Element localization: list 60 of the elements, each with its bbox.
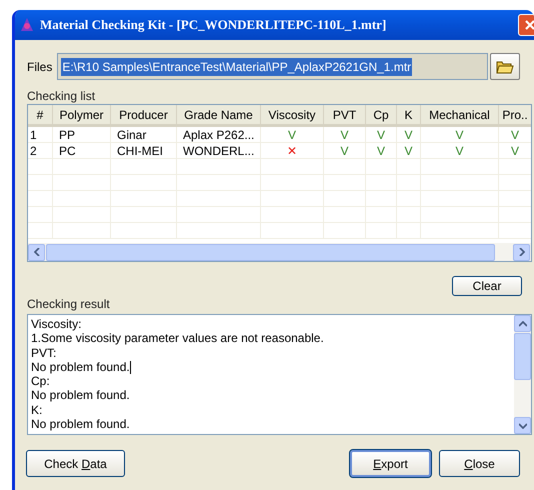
check-mark: V (366, 127, 397, 142)
table-cell: PP (53, 127, 111, 142)
table-cell: CHI-MEI (111, 143, 177, 158)
vertical-scrollbar[interactable] (514, 315, 531, 434)
table-cell: Ginar (111, 127, 177, 142)
scroll-up-button[interactable] (514, 315, 531, 332)
dialog-button[interactable]: Check Data (26, 450, 125, 477)
check-mark: V (421, 143, 499, 158)
files-label: Files (27, 58, 54, 76)
result-line: Cp: (31, 374, 50, 388)
scroll-left-button[interactable] (28, 244, 45, 260)
window-title: Material Checking Kit - [PC_WONDERLITEPC-110L_1.mtr] (40, 16, 386, 34)
horizontal-scrollbar[interactable] (28, 243, 531, 261)
column-header[interactable]: Producer (111, 105, 177, 124)
scroll-thumb[interactable] (46, 244, 495, 260)
check-mark: V (397, 127, 421, 142)
check-mark: V (499, 127, 531, 142)
check-mark: V (397, 143, 421, 158)
column-header[interactable]: Cp (366, 105, 397, 124)
column-header[interactable]: PVT (324, 105, 366, 124)
checking-result-text-area[interactable]: Viscosity: 1.Some viscosity parameter values are not reasonable. PVT: No problem found. Cp: No problem found. K: No problem found. (27, 314, 532, 435)
check-mark: V (421, 127, 499, 142)
column-header[interactable]: Viscosity (261, 105, 324, 124)
file-path-field[interactable]: E:\R10 Samples\EntranceTest\Material\PP_AplaxP2621GN_1.mtr (57, 53, 488, 80)
check-mark: ✕ (261, 143, 324, 158)
app-icon (19, 17, 35, 33)
close-icon (524, 19, 534, 31)
column-header[interactable]: Pro.. (499, 105, 531, 124)
result-line: No problem found. (31, 360, 130, 374)
table-cell: Aplax P262... (177, 127, 261, 142)
browse-button[interactable] (490, 53, 520, 80)
result-line: No problem found. (31, 388, 130, 403)
check-mark: V (366, 143, 397, 158)
scroll-down-button[interactable] (514, 417, 531, 434)
table-cell: WONDERL... (177, 143, 261, 158)
table-cell: 2 (28, 143, 53, 158)
result-line: No problem found. (31, 417, 130, 432)
section-label: Checking result (27, 297, 111, 311)
dialog-button[interactable]: Export (350, 450, 431, 477)
result-line: K: (31, 402, 42, 418)
result-line: 1.Some viscosity parameter values are not reasonable. (31, 331, 324, 346)
section-label: Checking list (27, 89, 96, 103)
table-cell: PC (53, 143, 111, 158)
result-line: PVT: (31, 346, 56, 360)
column-header[interactable]: Polymer (53, 105, 111, 124)
column-header[interactable]: Mechanical (421, 105, 499, 124)
dialog-button[interactable]: Close (439, 450, 520, 477)
check-mark: V (261, 127, 324, 142)
scroll-right-button[interactable] (513, 244, 530, 260)
folder-icon (496, 59, 514, 74)
column-header[interactable]: # (28, 105, 53, 124)
column-header[interactable]: K (397, 105, 421, 124)
check-mark: V (499, 143, 531, 158)
result-line: Viscosity: (31, 317, 82, 332)
column-header[interactable]: Grade Name (177, 105, 261, 124)
check-mark: V (324, 127, 366, 142)
scroll-thumb[interactable] (514, 333, 531, 380)
check-mark: V (324, 143, 366, 158)
clear-button[interactable]: Clear (452, 276, 522, 296)
table-cell: 1 (28, 127, 53, 142)
